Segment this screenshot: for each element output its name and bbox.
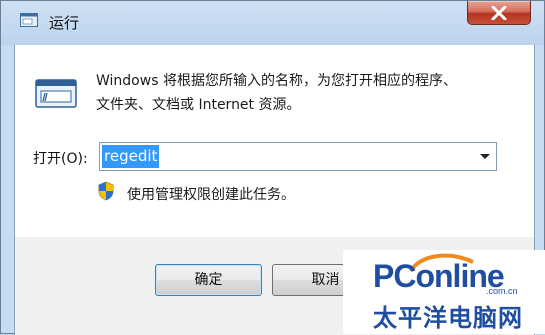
open-input-value[interactable]: regedit xyxy=(102,145,160,168)
watermark-domain: .com.cn xyxy=(486,286,518,296)
watermark-chinese: 太平洋电脑网 xyxy=(373,304,523,332)
run-app-icon xyxy=(20,13,38,27)
dropdown-arrow-icon[interactable] xyxy=(480,154,490,159)
watermark: PConline .com.cn 太平洋电脑网 xyxy=(343,250,545,334)
uac-shield-icon xyxy=(98,181,114,201)
description-line-2: 文件夹、文档或 Internet 资源。 xyxy=(96,97,301,113)
open-combobox[interactable]: regedit xyxy=(99,142,497,171)
watermark-logo: PConline xyxy=(373,258,505,294)
close-button[interactable] xyxy=(467,1,531,25)
description-line-1: Windows 将根据您所输入的名称，为您打开相应的程序、 xyxy=(96,73,457,89)
admin-note: 使用管理权限创建此任务。 xyxy=(127,187,295,203)
ok-button[interactable]: 确定 xyxy=(155,264,262,296)
close-icon xyxy=(491,6,507,20)
open-label: 打开(O): xyxy=(33,151,88,167)
title-bar[interactable]: 运行 xyxy=(1,1,545,45)
content-area: Windows 将根据您所输入的名称，为您打开相应的程序、 文件夹、文档或 In… xyxy=(15,45,534,237)
run-program-icon xyxy=(35,79,77,108)
window-title: 运行 xyxy=(49,14,80,32)
description: Windows 将根据您所输入的名称，为您打开相应的程序、 文件夹、文档或 In… xyxy=(96,69,516,117)
